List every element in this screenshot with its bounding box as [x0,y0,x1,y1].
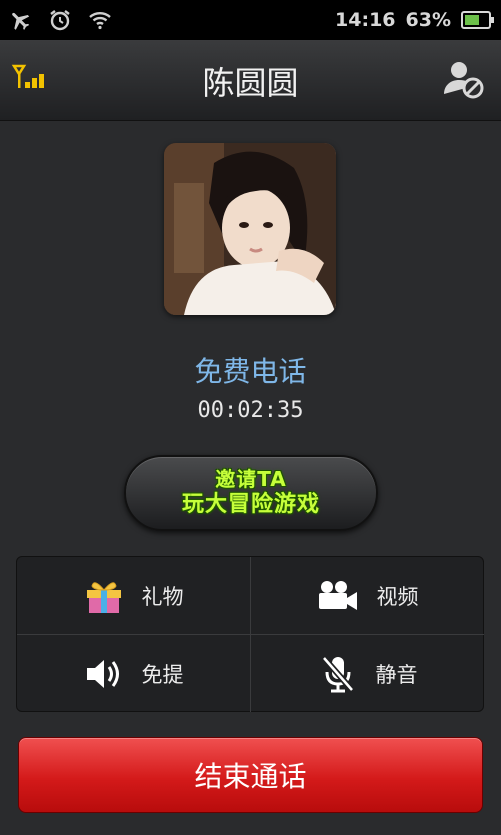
alarm-icon [46,6,74,34]
gift-label: 礼物 [141,584,184,609]
contact-avatar [164,143,336,315]
invite-line-2: 玩大冒险游戏 [181,492,320,517]
invite-line-1: 邀请TA [215,467,287,491]
clock: 14:16 [335,9,396,31]
contact-name: 陈圆圆 [202,64,299,102]
battery-fill [465,15,479,25]
wifi-icon [86,6,114,34]
mute-mic-icon [321,655,354,692]
gift-icon [86,581,121,613]
video-button[interactable]: 视频 [251,557,484,635]
call-duration: 00:02:35 [197,398,304,423]
end-call-label: 结束通话 [194,760,307,793]
speaker-button[interactable]: 免提 [17,635,251,712]
status-icons [6,6,114,34]
video-camera-icon [318,580,357,610]
speaker-label: 免提 [141,662,184,687]
block-contact-icon[interactable] [441,58,487,102]
status-right: 14:16 63% [335,6,494,34]
mute-label: 静音 [375,662,418,687]
call-type-label: 免费电话 [194,355,307,388]
title-bar: 陈圆圆 [0,40,501,121]
battery-charging-icon [461,11,494,29]
gift-button[interactable]: 礼物 [17,557,251,635]
battery-percent: 63% [405,9,451,31]
status-bar: 14:16 63% [0,0,501,40]
airplane-mode-icon [6,6,34,34]
mute-button[interactable]: 静音 [251,635,484,712]
call-actions-grid: 礼物 视频 免提 静音 [16,556,484,712]
video-label: 视频 [376,584,419,609]
invite-game-button[interactable]: 邀请TA 玩大冒险游戏 [124,455,378,531]
speaker-icon [86,659,119,688]
end-call-button[interactable]: 结束通话 [18,737,483,813]
